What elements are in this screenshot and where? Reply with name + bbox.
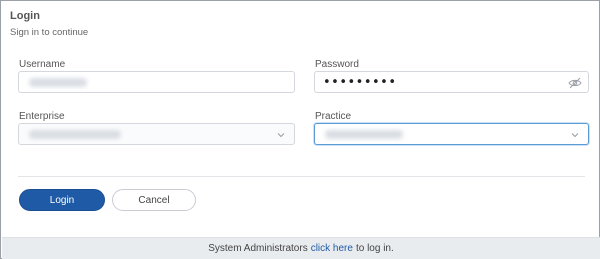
enterprise-label: Enterprise	[19, 111, 65, 122]
admin-login-link[interactable]: click here	[311, 243, 353, 254]
redacted-value	[325, 130, 403, 139]
eye-slash-icon[interactable]	[568, 77, 582, 89]
footer-text-end: to log in.	[355, 243, 394, 254]
practice-label: Practice	[315, 111, 352, 122]
divider	[18, 176, 585, 177]
page-subtitle: Sign in to continue	[10, 27, 89, 38]
chevron-down-icon	[277, 133, 285, 138]
login-panel: Login Sign in to continue Username Passw…	[0, 0, 600, 259]
practice-select[interactable]	[314, 123, 589, 145]
password-label: Password	[315, 59, 359, 70]
login-button[interactable]: Login	[19, 189, 105, 211]
page-title: Login	[10, 10, 40, 22]
footer-text: System Administrators	[208, 243, 308, 254]
enterprise-select[interactable]	[18, 123, 295, 145]
redacted-value	[29, 78, 87, 87]
password-field[interactable]: •••••••••	[314, 71, 589, 93]
footer-bar: System Administrators click here to log …	[2, 237, 600, 259]
username-field[interactable]	[18, 71, 295, 93]
username-label: Username	[19, 59, 66, 70]
password-dots: •••••••••	[323, 75, 397, 90]
chevron-down-icon	[571, 133, 579, 138]
cancel-button[interactable]: Cancel	[112, 189, 196, 211]
redacted-value	[29, 130, 121, 139]
